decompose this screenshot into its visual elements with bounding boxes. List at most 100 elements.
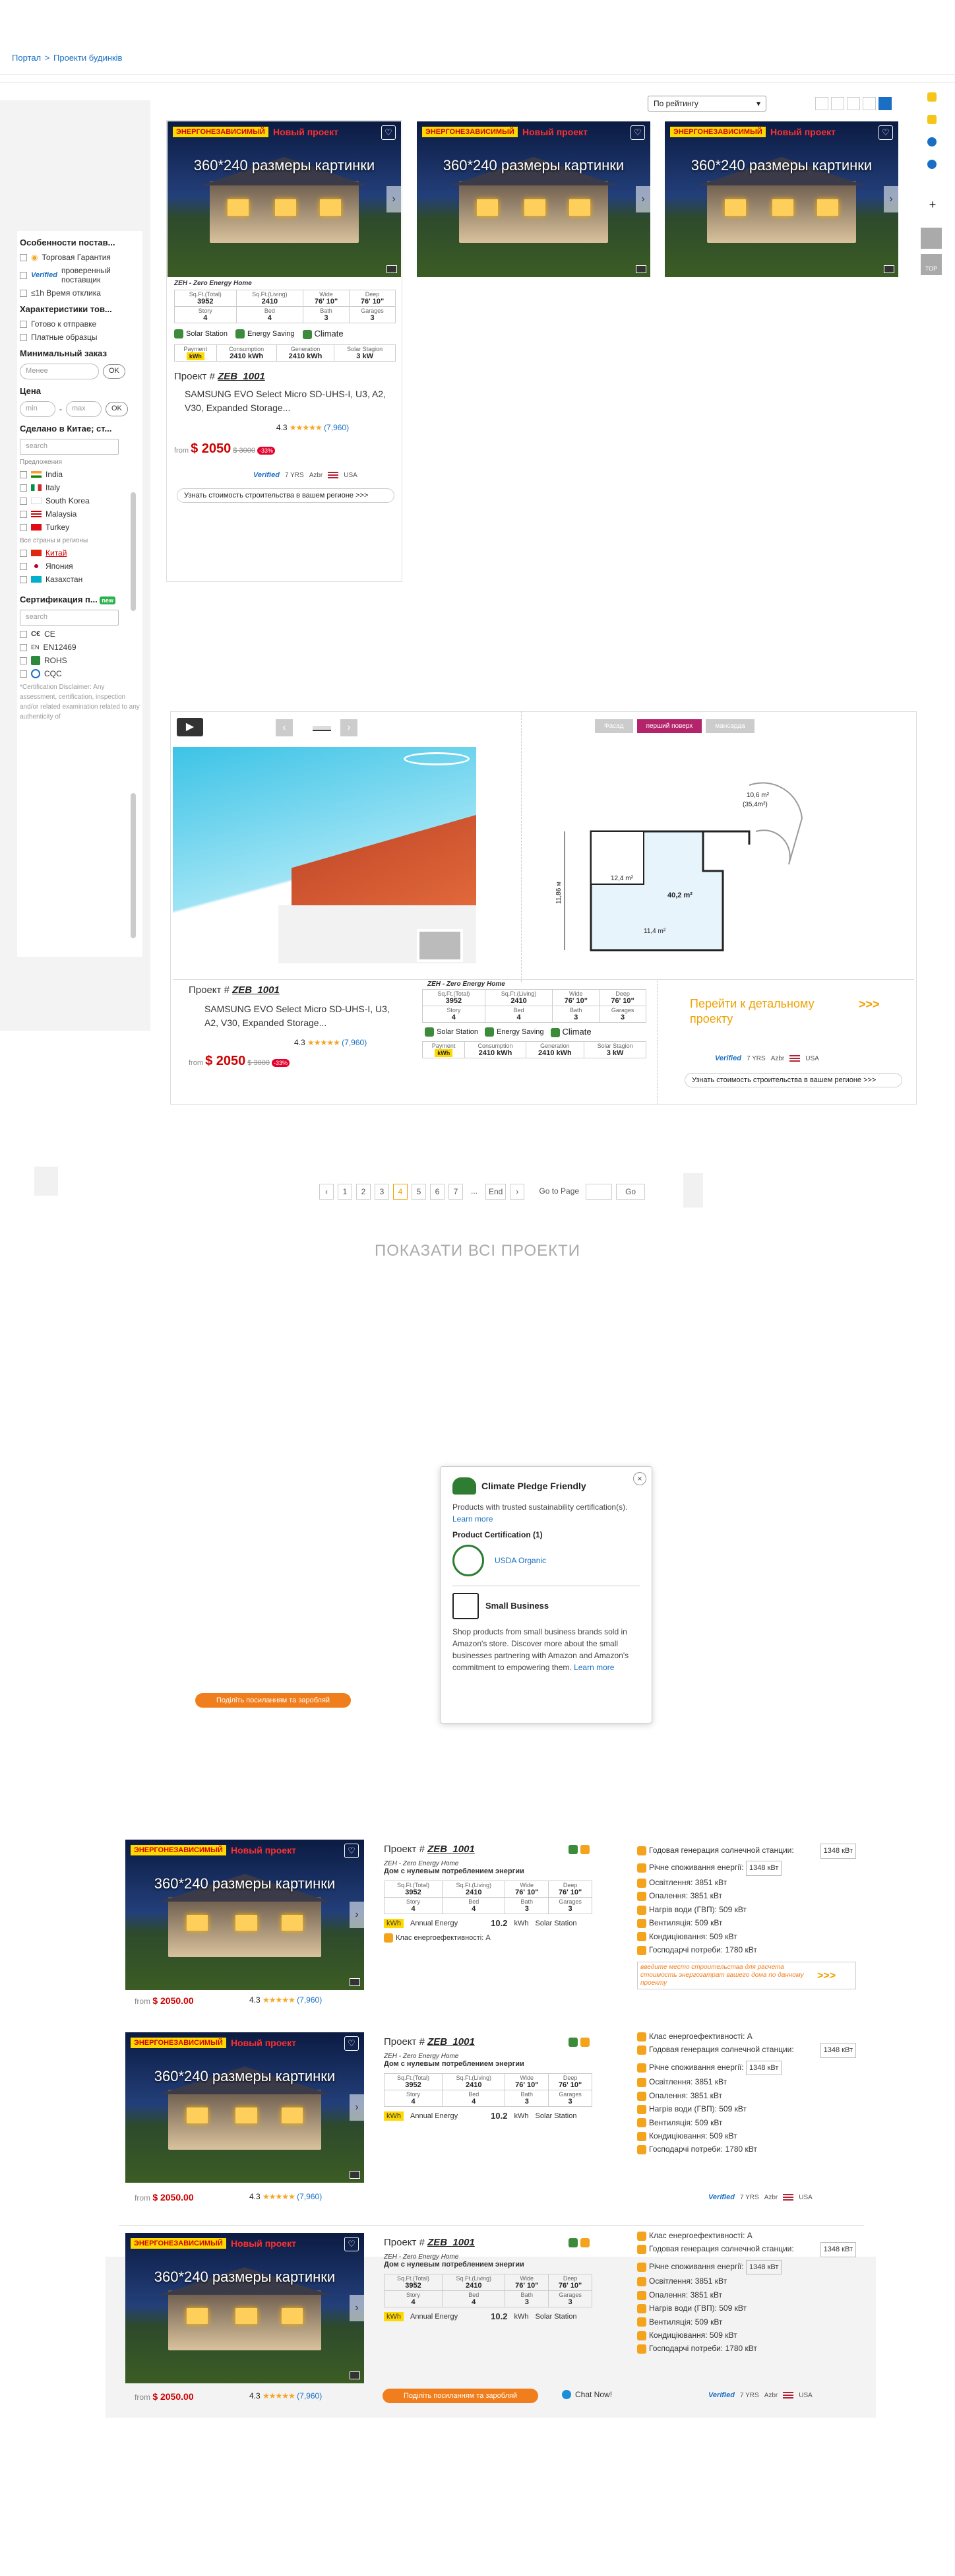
filter-trade[interactable]: ◉ Торговая Гарантия [20, 253, 140, 262]
chevron-right-icon[interactable]: › [350, 1902, 364, 1928]
page-button[interactable]: 2 [356, 1184, 371, 1200]
heart-icon[interactable]: ♡ [381, 125, 396, 140]
country-item[interactable]: Italy [20, 483, 140, 492]
share-earn-button[interactable]: Поділіть посиланням та заробляй [195, 1693, 351, 1708]
heart-icon[interactable]: ♡ [878, 125, 893, 140]
favorite-icon[interactable] [927, 115, 937, 124]
thumbnail[interactable] [313, 726, 331, 731]
gen-value[interactable]: 1348 кВт [820, 2242, 856, 2258]
moq-ok-button[interactable]: OK [103, 364, 125, 379]
country-item[interactable]: Япония [20, 562, 140, 571]
country-item[interactable]: Turkey [20, 523, 140, 532]
country-item[interactable]: Казахстан [20, 575, 140, 584]
country-item[interactable]: South Korea [20, 496, 140, 505]
review-count[interactable]: (7,960) [297, 1995, 322, 2005]
facade-photo[interactable] [173, 747, 476, 963]
page-button[interactable]: 5 [412, 1184, 426, 1200]
heart-icon[interactable]: ♡ [631, 125, 645, 140]
qr-icon[interactable] [921, 228, 942, 249]
scrollbar[interactable] [131, 793, 136, 938]
sort-select[interactable]: По рейтингу ▾ [648, 96, 766, 112]
supplier-name[interactable]: Azbr [309, 472, 323, 479]
page-button[interactable]: 6 [430, 1184, 445, 1200]
review-count[interactable]: (7,960) [324, 423, 349, 432]
checkbox[interactable] [20, 253, 27, 261]
chat-button[interactable]: Chat Now! [562, 2390, 612, 2399]
moq-input[interactable]: Менее [20, 364, 99, 379]
gen-value[interactable]: 1348 кВт [820, 1844, 856, 1859]
project-title[interactable]: Проект # ZEB_1001 [384, 1844, 592, 1855]
breadcrumb-current[interactable]: Проекти будинків [53, 53, 122, 63]
tab-attic[interactable]: мансарда [706, 719, 755, 733]
review-count[interactable]: (7,960) [342, 1038, 367, 1047]
go-button[interactable]: Go [616, 1184, 646, 1200]
user-icon[interactable] [927, 160, 937, 169]
cert-item[interactable]: ROHS [20, 656, 140, 665]
chevron-right-icon[interactable]: › [884, 186, 898, 212]
review-count[interactable]: (7,960) [297, 2391, 322, 2400]
gallery-view-icon[interactable] [831, 97, 844, 110]
detail-view-icon[interactable] [878, 97, 892, 110]
product-image[interactable]: ЭНЕРГОНЕЗАВИСИМЫЙ Новый проект 360*240 р… [125, 2032, 364, 2183]
video-icon[interactable] [350, 2371, 360, 2379]
arrows-icon[interactable]: >>> [859, 998, 880, 1012]
project-title[interactable]: Проект # ZEB_1001 [384, 2237, 592, 2248]
list-view-icon[interactable] [863, 97, 876, 110]
show-all-button[interactable]: ПОКАЗАТИ ВСІ ПРОЕКТИ [0, 1242, 955, 1260]
coupon-icon[interactable] [927, 92, 937, 102]
scrollbar[interactable] [131, 492, 136, 611]
breadcrumb-root[interactable]: Портал [12, 53, 41, 63]
usda-link[interactable]: USDA Organic [495, 1555, 546, 1566]
next-image-icon[interactable]: › [340, 719, 357, 736]
price-ok-button[interactable]: OK [106, 402, 128, 416]
tab-first-floor[interactable]: перший поверх [636, 719, 702, 733]
country-item[interactable]: Malaysia [20, 509, 140, 519]
heart-icon[interactable]: ♡ [344, 2036, 359, 2051]
video-icon[interactable] [350, 2171, 360, 2179]
project-title[interactable]: Проект # ZEB_1001 [384, 2036, 592, 2047]
project-title[interactable]: Проект # ZEB_1001 [174, 371, 398, 382]
product-image[interactable]: ЭНЕРГОНЕЗАВИСИМЫЙ Новый проект 360*240 р… [125, 2233, 364, 2383]
price-max-input[interactable]: max [66, 401, 102, 417]
cons-value[interactable]: 1348 кВт [746, 2259, 782, 2275]
video-icon[interactable]: ▶ [177, 718, 203, 736]
chevron-right-icon[interactable]: › [636, 186, 650, 212]
cert-item[interactable]: EN EN12469 [20, 643, 140, 652]
back-to-top-icon[interactable]: TOP [921, 254, 942, 275]
page-button[interactable]: 1 [338, 1184, 352, 1200]
country-item[interactable]: India [20, 470, 140, 479]
supplier-name[interactable]: Azbr [771, 1055, 785, 1062]
product-image[interactable]: ЭНЕРГОНЕЗАВИСИМЫЙ Новый проект 360*240 р… [665, 121, 898, 277]
supplier-name[interactable]: Azbr [764, 2392, 778, 2399]
heart-icon[interactable]: ♡ [344, 2237, 359, 2251]
video-icon[interactable] [636, 265, 646, 273]
cons-value[interactable]: 1348 кВт [746, 2060, 782, 2076]
plus-icon[interactable]: + [926, 198, 939, 212]
video-icon[interactable] [386, 265, 397, 273]
project-title[interactable]: Проект # ZEB_1001 [189, 984, 406, 996]
page-button[interactable]: 7 [448, 1184, 463, 1200]
detail-link[interactable]: Перейти к детальному проекту [690, 996, 822, 1027]
page-button[interactable]: 3 [375, 1184, 389, 1200]
goto-input[interactable] [586, 1184, 613, 1200]
tab-facade[interactable]: Фасад [595, 719, 633, 733]
country-search-input[interactable]: search [20, 439, 119, 455]
chevron-right-icon[interactable]: › [386, 186, 401, 212]
product-desc[interactable]: SAMSUNG EVO Select Micro SD-UHS-I, U3, A… [185, 387, 388, 418]
filter-response[interactable]: ≤1h Время отклика [20, 288, 140, 298]
checkbox[interactable] [20, 289, 27, 297]
filter-verified[interactable]: Verified проверенный поставщик [20, 266, 140, 284]
prev-image-icon[interactable]: ‹ [276, 719, 293, 736]
cert-search-input[interactable]: search [20, 610, 119, 626]
close-icon[interactable]: × [633, 1472, 646, 1485]
grid-small-view-icon[interactable] [847, 97, 860, 110]
cons-value[interactable]: 1348 кВт [746, 1861, 782, 1877]
chevron-right-icon[interactable]: › [350, 2094, 364, 2121]
video-icon[interactable] [350, 1978, 360, 1986]
end-page-button[interactable]: End [485, 1184, 507, 1200]
learn-more-link[interactable]: Learn more [452, 1514, 493, 1524]
video-icon[interactable] [884, 265, 894, 273]
calc-box[interactable]: введите место строительства для расчета … [637, 1962, 856, 1990]
checkbox[interactable] [20, 320, 27, 328]
chevron-right-icon[interactable]: › [350, 2295, 364, 2321]
